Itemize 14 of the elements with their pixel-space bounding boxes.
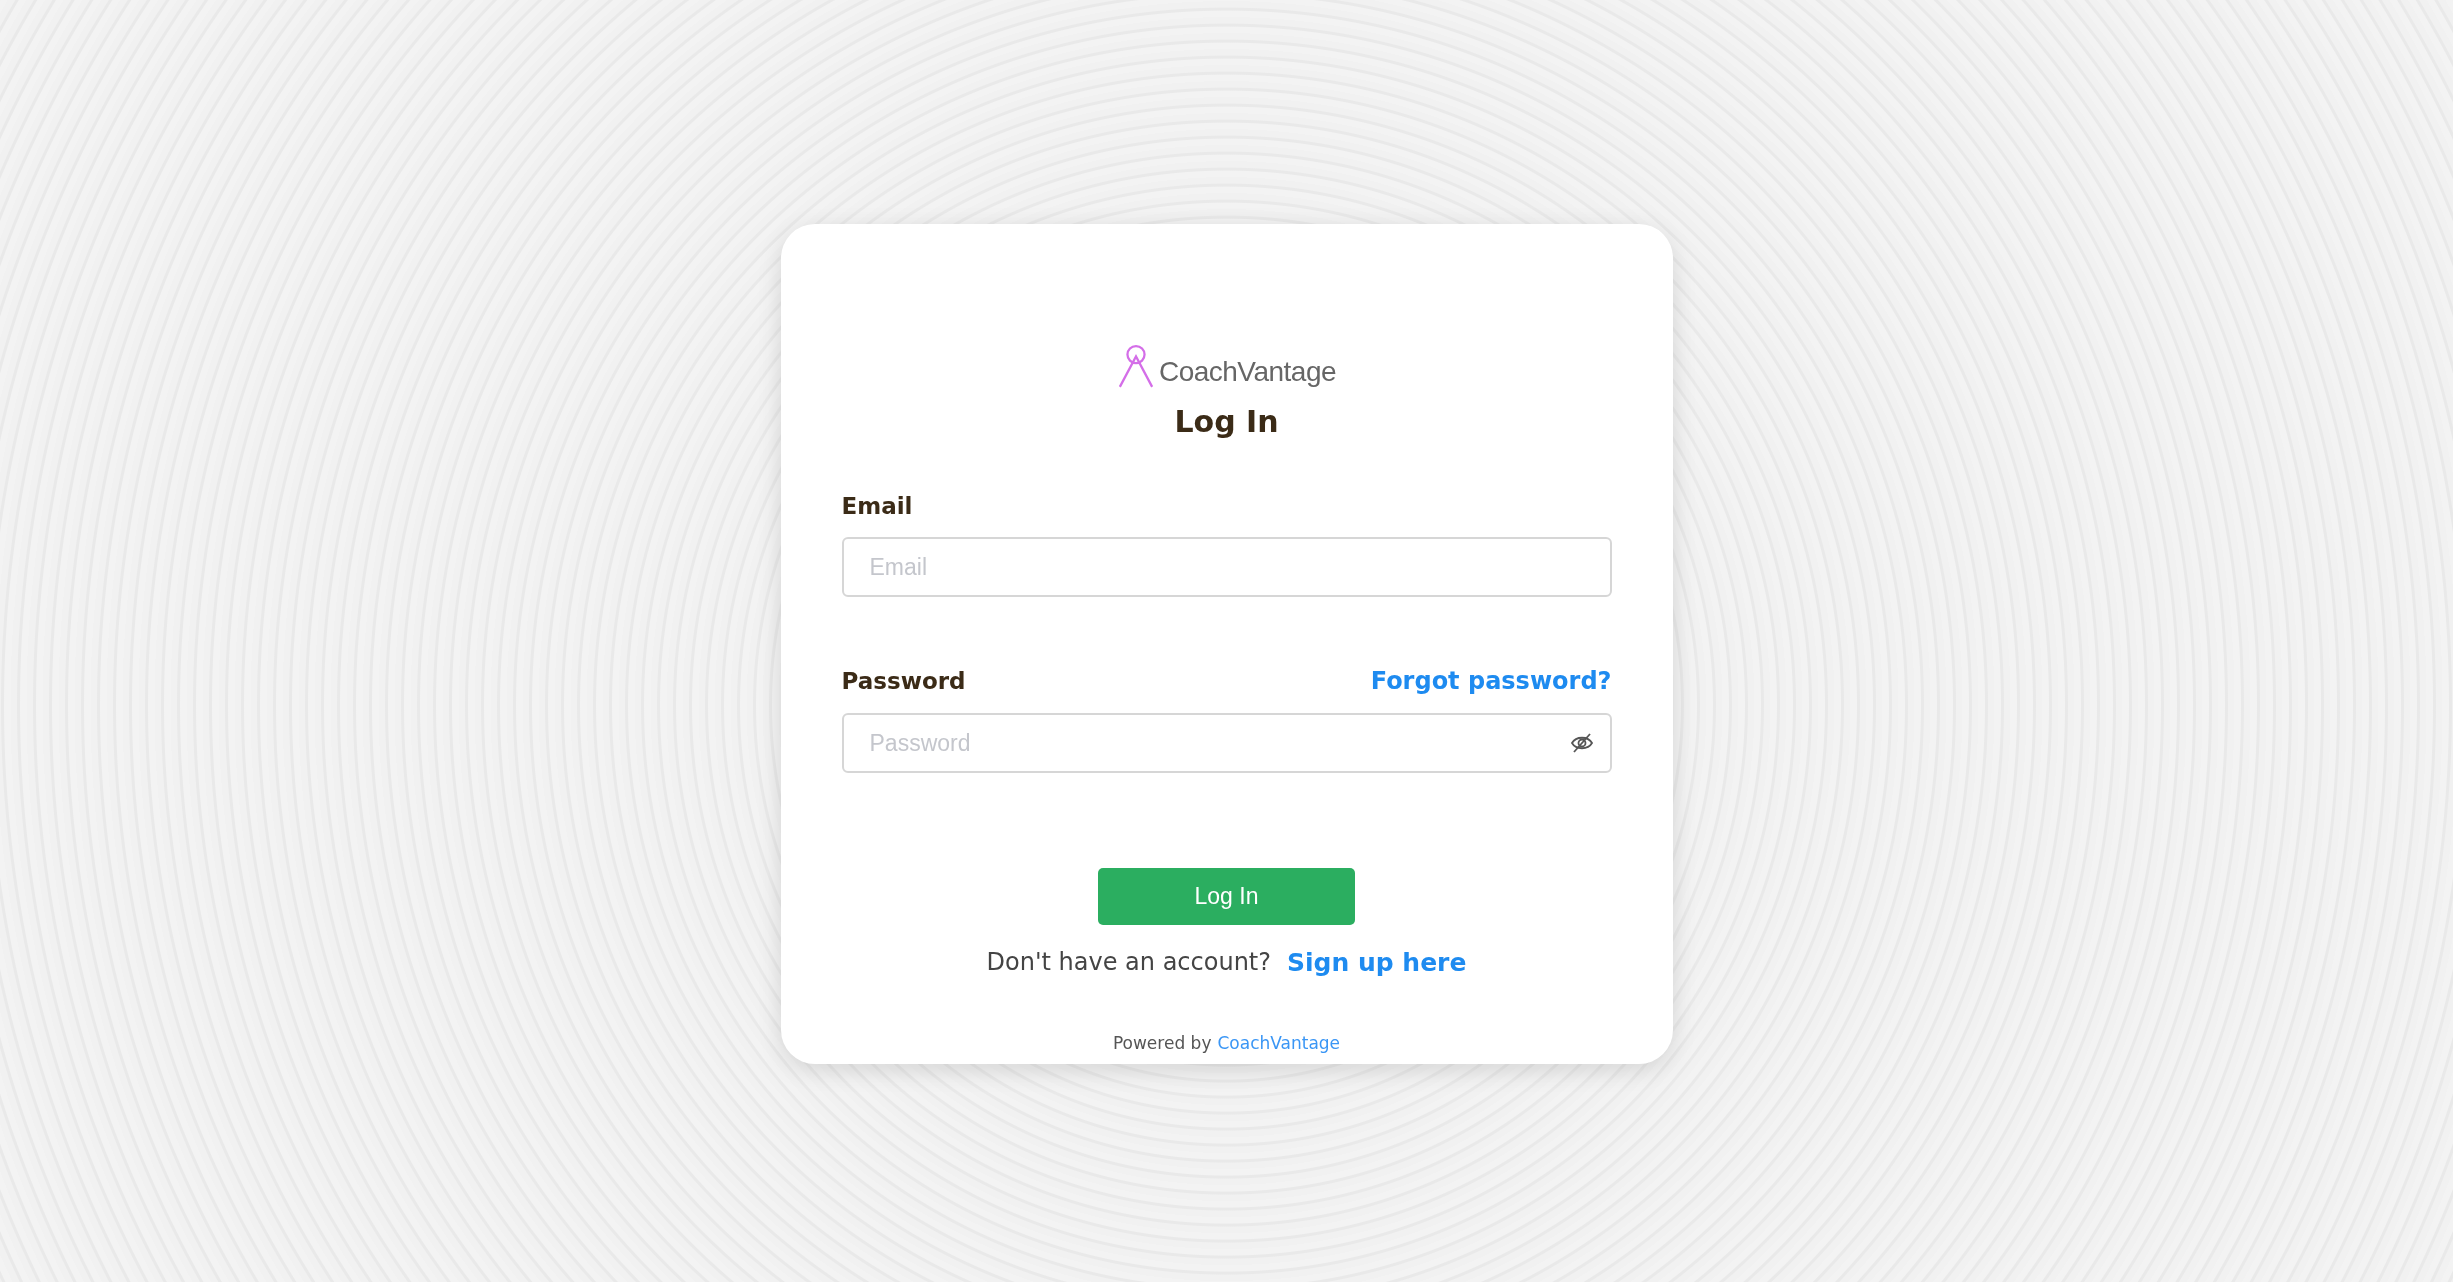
email-field[interactable]: Email bbox=[841, 537, 1612, 597]
field-label: Email bbox=[841, 493, 913, 519]
brand-name: CoachVantage bbox=[1158, 356, 1337, 388]
login-button[interactable]: Log In bbox=[1098, 868, 1355, 925]
powered-by-text: Powered by bbox=[1112, 1033, 1212, 1053]
hidden-eye-icon[interactable] bbox=[1569, 731, 1594, 755]
signup-prompt: Don't have an account? bbox=[986, 948, 1271, 977]
powered-by-link[interactable]: CoachVantage bbox=[1217, 1033, 1341, 1053]
password-field[interactable]: Password bbox=[841, 713, 1612, 773]
field-label: Password bbox=[841, 668, 966, 694]
forgot-password-link[interactable]: Forgot password? bbox=[1370, 667, 1612, 695]
logo-icon bbox=[1116, 344, 1155, 388]
page-title: Log In bbox=[1173, 404, 1280, 439]
signup-link[interactable]: Sign up here bbox=[1287, 948, 1467, 977]
